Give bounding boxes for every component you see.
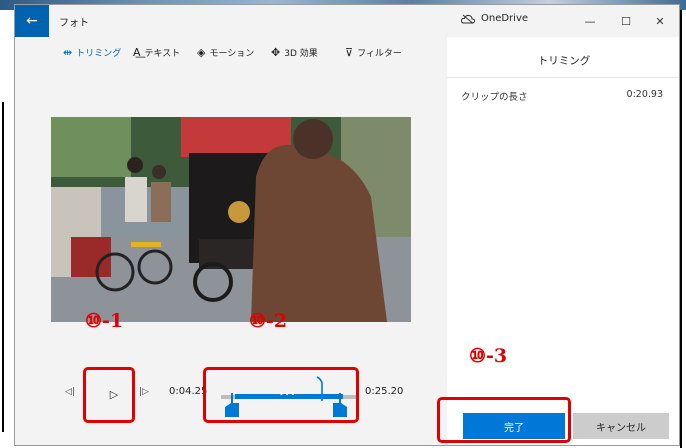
close-icon: ✕ xyxy=(655,14,665,28)
edit-toolbar: ⇹ トリミング A͟ テキスト ◈ モーション ✥ 3D 効果 ⊽ フィルター xyxy=(15,37,447,71)
tab-motion-label: モーション xyxy=(209,49,255,59)
annotation-box-timeline xyxy=(203,367,359,423)
tab-filter-label: フィルター xyxy=(357,49,402,59)
panel-divider xyxy=(447,77,679,78)
video-preview xyxy=(51,117,411,322)
tab-filter[interactable]: ⊽ フィルター xyxy=(345,46,402,59)
annotation-box-done xyxy=(437,397,571,443)
clip-length-value: 0:20.93 xyxy=(626,89,663,100)
tab-trim[interactable]: ⇹ トリミング xyxy=(63,46,121,59)
onedrive-status[interactable]: OneDrive xyxy=(461,13,528,24)
maximize-icon: ☐ xyxy=(621,14,631,28)
back-arrow-icon: ← xyxy=(26,13,38,29)
annotation-label-3: ⑩-3 xyxy=(469,345,508,367)
tab-trim-label: トリミング xyxy=(76,49,122,59)
maximize-button[interactable]: ☐ xyxy=(611,11,641,31)
tab-3d-effects-label: 3D 効果 xyxy=(284,49,318,59)
cloud-icon xyxy=(461,14,475,24)
annotation-label-2: ⑩-2 xyxy=(249,310,288,332)
step-back-button[interactable]: ◁| xyxy=(65,387,75,397)
close-button[interactable]: ✕ xyxy=(645,11,675,31)
cancel-button[interactable]: キャンセル xyxy=(573,413,669,439)
minimize-button[interactable]: — xyxy=(575,11,605,31)
filter-icon: ⊽ xyxy=(345,46,354,59)
trim-icon: ⇹ xyxy=(63,46,73,59)
tab-3d-effects[interactable]: ✥ 3D 効果 xyxy=(271,46,318,59)
clip-length-label: クリップの長さ xyxy=(461,92,528,103)
background-window-edge-right xyxy=(680,10,686,448)
app-title: フォト xyxy=(59,18,89,29)
trim-end-time: 0:25.20 xyxy=(365,386,404,397)
step-forward-button[interactable]: |▷ xyxy=(139,387,149,397)
tab-text[interactable]: A͟ テキスト xyxy=(133,46,180,59)
title-bar: ← フォト OneDrive — ☐ ✕ xyxy=(15,5,679,37)
tab-motion[interactable]: ◈ モーション xyxy=(197,46,254,59)
minimize-icon: — xyxy=(584,14,596,28)
text-icon: A͟ xyxy=(133,46,141,59)
trim-start-time: 0:04.25 xyxy=(169,386,208,397)
3d-effects-icon: ✥ xyxy=(271,46,281,59)
onedrive-label: OneDrive xyxy=(481,13,529,24)
video-frame-image xyxy=(51,117,411,322)
background-window-edge xyxy=(0,10,14,448)
tab-text-label: テキスト xyxy=(144,49,181,59)
annotation-label-1: ⑩-1 xyxy=(85,310,124,332)
motion-icon: ◈ xyxy=(197,46,206,59)
panel-title: トリミング xyxy=(537,55,591,67)
back-button[interactable]: ← xyxy=(15,5,49,37)
background-window-border xyxy=(2,102,4,432)
trim-side-panel: トリミング クリップの長さ 0:20.93 完了 キャンセル xyxy=(447,37,679,445)
annotation-box-play xyxy=(83,367,135,423)
photos-app-window: ← フォト OneDrive — ☐ ✕ ⇹ トリミング A͟ テキスト ◈ モ… xyxy=(14,4,680,446)
